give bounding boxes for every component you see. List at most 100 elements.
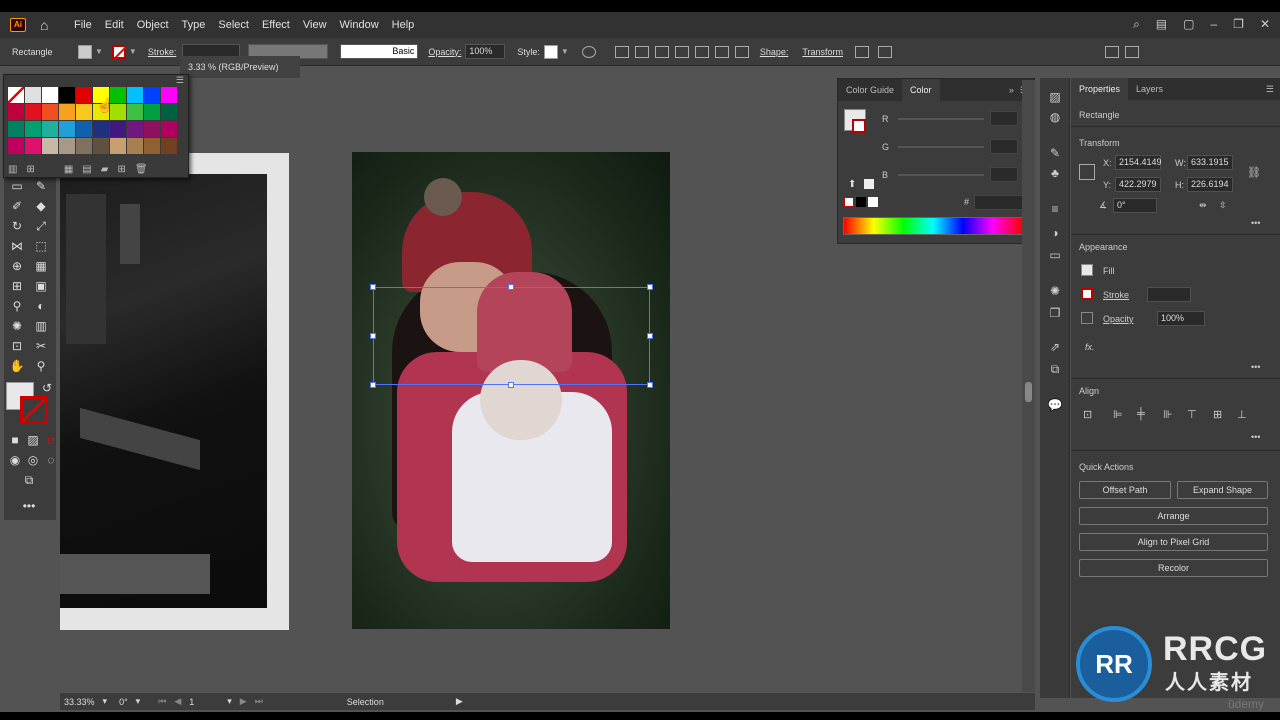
stroke-label[interactable]: Stroke:: [148, 47, 177, 57]
alley-image[interactable]: [60, 174, 267, 608]
folder-icon[interactable]: ▰: [101, 164, 109, 175]
stroke-label[interactable]: Stroke: [1103, 290, 1129, 300]
artboard-tool-icon[interactable]: ⊡: [8, 338, 26, 354]
workspace-icon[interactable]: ▢: [1183, 17, 1194, 32]
arrange-button[interactable]: Arrange: [1079, 507, 1268, 525]
tab-color-guide[interactable]: Color Guide: [838, 79, 902, 101]
blue-slider[interactable]: B: [882, 167, 1018, 182]
scrollbar-thumb[interactable]: [1025, 382, 1032, 402]
opacity-field[interactable]: 100%: [465, 44, 506, 59]
x-field[interactable]: 2154.4149: [1115, 155, 1162, 170]
free-transform-icon[interactable]: ⬚: [32, 238, 50, 254]
opacity-label[interactable]: Opacity: [1103, 314, 1134, 324]
color-swatch[interactable]: [42, 121, 58, 137]
color-swatch[interactable]: [161, 121, 177, 137]
draw-inside-icon[interactable]: ◌: [42, 452, 60, 468]
color-swatch[interactable]: [25, 104, 41, 120]
align-center-icon[interactable]: [654, 45, 669, 58]
menu-object[interactable]: Object: [137, 19, 169, 31]
color-mode-icon[interactable]: ■: [6, 432, 24, 448]
screen-mode-icon[interactable]: ⧉: [20, 472, 38, 488]
menu-view[interactable]: View: [303, 19, 327, 31]
draw-behind-icon[interactable]: ◎: [24, 452, 42, 468]
stroke-icon[interactable]: ≡: [1047, 202, 1063, 218]
red-slider[interactable]: R: [882, 111, 1018, 126]
tab-layers[interactable]: Layers: [1128, 78, 1171, 100]
restore-icon[interactable]: ❐: [1233, 17, 1244, 32]
chevron-down-icon[interactable]: ▼: [129, 47, 137, 56]
draw-normal-icon[interactable]: ◉: [6, 452, 24, 468]
chevron-down-icon[interactable]: ▾: [103, 696, 108, 707]
color-swatch[interactable]: [25, 87, 41, 103]
w-field[interactable]: 633.1915: [1187, 155, 1233, 170]
symbol-sprayer-icon[interactable]: ✺: [8, 318, 26, 334]
color-swatch[interactable]: [25, 121, 41, 137]
shaper-tool-icon[interactable]: ✐: [8, 198, 26, 214]
color-swatch[interactable]: [25, 138, 41, 154]
gradient-icon[interactable]: ▭: [1047, 248, 1063, 264]
align-bottom-icon[interactable]: ⊥: [1237, 408, 1247, 421]
color-swatch[interactable]: [144, 138, 160, 154]
document-tab[interactable]: 3.33 % (RGB/Preview): [180, 56, 300, 78]
stroke-swatch[interactable]: [111, 44, 126, 59]
color-spectrum[interactable]: [843, 217, 1023, 235]
nearest-color-swatch[interactable]: [864, 179, 874, 189]
align-to-pixel-grid-button[interactable]: Align to Pixel Grid: [1079, 533, 1268, 551]
align-right-icon[interactable]: ⊪: [1163, 408, 1173, 421]
color-swatch[interactable]: [127, 121, 143, 137]
libraries-icon[interactable]: ◍: [1047, 110, 1063, 126]
tab-properties[interactable]: Properties: [1071, 78, 1129, 100]
stroke-swatch[interactable]: [1081, 288, 1093, 300]
none-color-icon[interactable]: [844, 197, 854, 207]
selection-handle[interactable]: [508, 382, 514, 388]
color-swatch[interactable]: [76, 104, 92, 120]
scale-tool-icon[interactable]: ⤢: [32, 218, 50, 234]
hex-field[interactable]: [974, 195, 1024, 210]
color-swatch[interactable]: [161, 138, 177, 154]
align-middle-icon[interactable]: [714, 45, 729, 58]
mother-child-photo[interactable]: [352, 152, 670, 629]
previous-artboard-icon[interactable]: ◀: [174, 696, 181, 707]
swatch-options-icon[interactable]: ▦: [64, 164, 73, 175]
transform-label[interactable]: Transform: [802, 47, 843, 57]
menu-select[interactable]: Select: [218, 19, 249, 31]
edit-toolbar-icon[interactable]: •••: [20, 498, 38, 514]
select-similar-icon[interactable]: [878, 45, 893, 58]
selected-rectangle[interactable]: [373, 287, 650, 385]
none-swatch[interactable]: [8, 87, 24, 103]
color-swatch[interactable]: [59, 104, 75, 120]
color-swatch[interactable]: [93, 121, 109, 137]
menu-edit[interactable]: Edit: [105, 19, 124, 31]
artboards-icon[interactable]: ⧉: [1047, 362, 1063, 378]
opacity-label[interactable]: Opacity:: [428, 47, 461, 57]
recolor-artwork-icon[interactable]: [581, 45, 596, 58]
eyedropper-icon[interactable]: ⚲: [8, 298, 26, 314]
color-swatch[interactable]: [76, 121, 92, 137]
fx-icon[interactable]: fx.: [1085, 342, 1095, 352]
tab-color[interactable]: Color: [902, 79, 940, 101]
color-swatch[interactable]: [8, 121, 24, 137]
collapse-panel-icon[interactable]: »: [1009, 85, 1014, 95]
comments-icon[interactable]: 💬: [1047, 398, 1063, 414]
color-swatch[interactable]: [161, 104, 177, 120]
align-to-icon[interactable]: [614, 45, 629, 58]
slice-tool-icon[interactable]: ✂: [32, 338, 50, 354]
color-swatch[interactable]: [59, 121, 75, 137]
stroke-indicator[interactable]: [852, 119, 866, 133]
color-swatch[interactable]: [110, 121, 126, 137]
color-swatch[interactable]: [42, 87, 58, 103]
color-swatch[interactable]: [161, 87, 177, 103]
align-center-icon[interactable]: ╪: [1137, 408, 1145, 420]
new-swatch-icon[interactable]: ⊞: [117, 164, 125, 175]
width-tool-icon[interactable]: ⋈: [8, 238, 26, 254]
out-of-gamut-icon[interactable]: ⬆: [848, 179, 856, 190]
artboard-number[interactable]: 1: [189, 697, 219, 707]
vertical-scrollbar[interactable]: [1022, 80, 1035, 692]
color-swatch[interactable]: [42, 138, 58, 154]
chevron-down-icon[interactable]: ▾: [136, 696, 141, 707]
menu-type[interactable]: Type: [182, 19, 206, 31]
color-swatch[interactable]: [144, 87, 160, 103]
none-mode-icon[interactable]: ⧄: [42, 432, 60, 448]
align-middle-icon[interactable]: ⊞: [1213, 408, 1222, 421]
align-left-icon[interactable]: [634, 45, 649, 58]
